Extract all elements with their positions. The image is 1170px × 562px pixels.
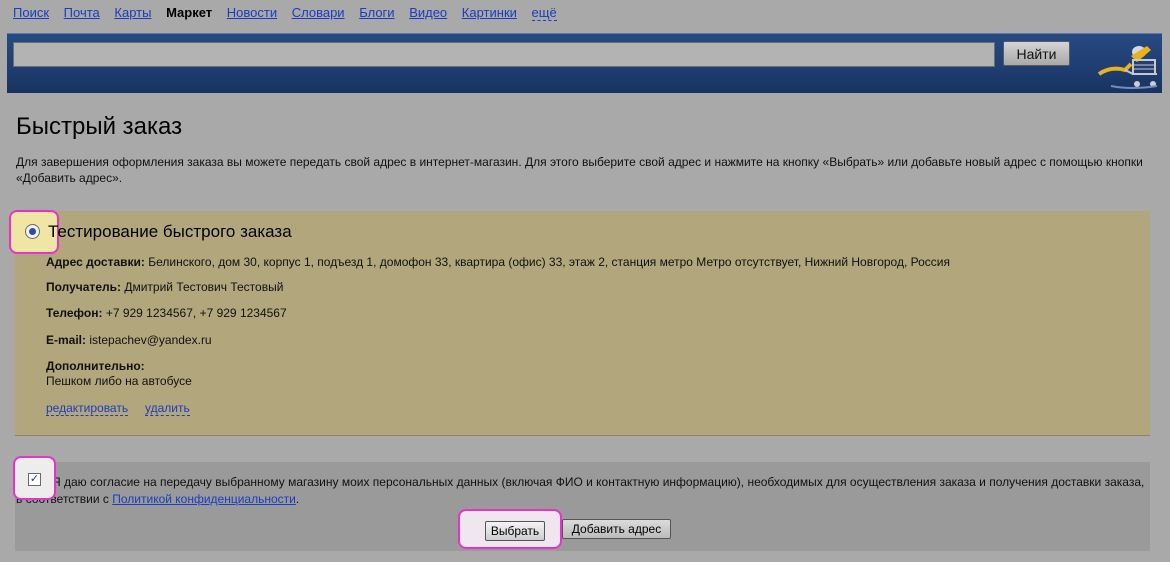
delivery-label: Адрес доставки:: [46, 255, 145, 269]
page-title: Быстрый заказ: [16, 113, 183, 140]
recipient-label: Получатель:: [46, 280, 121, 294]
nav-item-mail[interactable]: Почта: [64, 5, 100, 20]
phone-field: Телефон: +7 929 1234567, +7 929 1234567: [46, 306, 287, 321]
intro-text: Для завершения оформления заказа вы може…: [16, 155, 1143, 185]
nav-item-market[interactable]: Маркет: [166, 5, 212, 20]
add-address-button[interactable]: Добавить адрес: [562, 519, 671, 539]
nav-item-images[interactable]: Картинки: [462, 5, 517, 20]
extra-field: Дополнительно: Пешком либо на автобусе: [46, 359, 192, 389]
extra-label: Дополнительно:: [46, 359, 145, 373]
recipient-value: Дмитрий Тестович Тестовый: [124, 280, 284, 294]
search-bar: Найти: [7, 33, 1162, 93]
choose-button-highlight: Выбрать: [458, 509, 562, 549]
consent-text-suffix: .: [295, 492, 300, 506]
nav-item-dictionaries[interactable]: Словари: [292, 5, 345, 20]
nav-item-maps[interactable]: Карты: [114, 5, 151, 20]
nav-item-news[interactable]: Новости: [227, 5, 277, 20]
consent-text: Я даю согласие на передачу выбранному ма…: [16, 474, 1146, 508]
delivery-field: Адрес доставки: Белинского, дом 30, корп…: [46, 255, 950, 270]
consent-checkbox-highlight: ✓: [13, 456, 56, 500]
nav-item-more[interactable]: ещё: [531, 5, 557, 21]
phone-label: Телефон:: [46, 306, 103, 320]
email-value: istepachev@yandex.ru: [89, 333, 212, 347]
address-title: Тестирование быстрого заказа: [48, 222, 292, 241]
recipient-field: Получатель: Дмитрий Тестович Тестовый: [46, 280, 283, 295]
email-label: E-mail:: [46, 333, 87, 347]
top-navigation: Поиск Почта Карты Маркет Новости Словари…: [13, 5, 568, 21]
extra-value: Пешком либо на автобусе: [46, 374, 192, 388]
nav-item-search[interactable]: Поиск: [13, 5, 49, 20]
search-input[interactable]: [13, 42, 995, 67]
privacy-policy-link[interactable]: Политикой конфиденциальности: [112, 492, 296, 506]
email-field: E-mail: istepachev@yandex.ru: [46, 333, 212, 348]
phone-value: +7 929 1234567, +7 929 1234567: [105, 306, 287, 320]
consent-checkbox[interactable]: ✓: [28, 473, 41, 486]
edit-address-link[interactable]: редактировать: [46, 401, 129, 416]
nav-item-blogs[interactable]: Блоги: [359, 5, 394, 20]
delivery-value: Белинского, дом 30, корпус 1, подъезд 1,…: [148, 255, 950, 269]
delete-address-link[interactable]: удалить: [145, 401, 190, 416]
choose-button[interactable]: Выбрать: [485, 521, 545, 541]
market-cart-logo-icon: [1097, 46, 1158, 89]
search-button[interactable]: Найти: [1003, 41, 1070, 66]
nav-item-video[interactable]: Видео: [409, 5, 447, 20]
address-radio[interactable]: [25, 224, 40, 239]
